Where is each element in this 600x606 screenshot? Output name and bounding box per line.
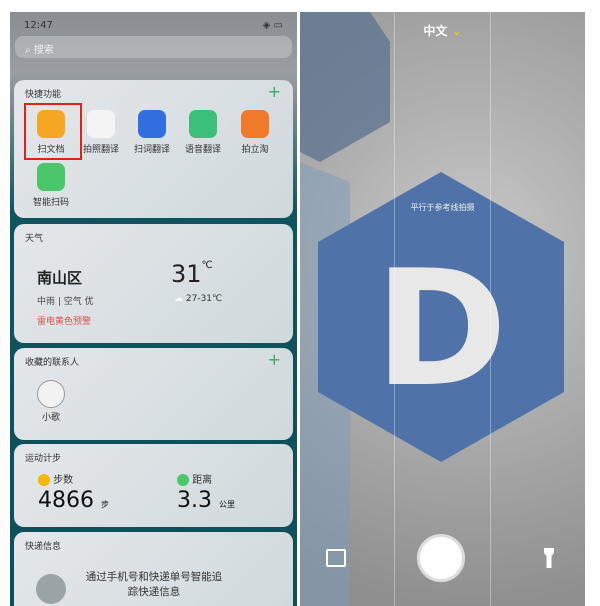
condition: 中雨 | 空气 优 bbox=[37, 297, 94, 307]
document-preview: D bbox=[300, 12, 564, 606]
language-selector[interactable]: 中文 ⌄ bbox=[300, 22, 585, 39]
search-placeholder: 搜索 bbox=[33, 45, 54, 56]
app-label: 智能扫码 bbox=[32, 198, 69, 208]
steps-unit: 步 bbox=[101, 500, 109, 509]
truck-icon bbox=[36, 574, 66, 604]
card-title: 收藏的联系人 bbox=[25, 358, 80, 368]
app-label: 拍立淘 bbox=[241, 145, 269, 155]
cloud-rain-icon: ☁ bbox=[174, 294, 183, 304]
card-title: 快递信息 bbox=[25, 542, 62, 552]
app-shortcut[interactable]: 拍立淘 bbox=[230, 110, 280, 155]
battery-icon: ◈ ▭ bbox=[262, 20, 283, 31]
app-label: 拍照翻译 bbox=[82, 145, 119, 155]
shooting-hint: 平行于参考线拍摄 bbox=[410, 203, 475, 212]
camera-viewfinder[interactable]: D 中文 ⌄ 平行于参考线拍摄 bbox=[300, 12, 585, 606]
app-icon bbox=[87, 110, 115, 138]
language-label: 中文 bbox=[423, 24, 448, 38]
contacts-card: 收藏的联系人 + 小歌 bbox=[14, 348, 293, 440]
steps-value: 4866 bbox=[38, 488, 94, 513]
app-shortcut[interactable]: 拍照翻译 bbox=[76, 110, 126, 155]
quick-functions-card: 快捷功能 + 扫文档 拍照翻译 扫词翻译 语音翻译 拍立淘智能扫码 bbox=[14, 80, 293, 218]
temp-range: 27-31℃ bbox=[185, 294, 223, 304]
express-message: 通过手机号和快递单号智能追踪快递信息 bbox=[85, 571, 223, 598]
app-shortcut[interactable]: 语音翻译 bbox=[178, 110, 228, 155]
app-shortcut[interactable]: 扫词翻译 bbox=[127, 110, 177, 155]
add-contact-icon[interactable]: + bbox=[268, 350, 281, 369]
steps-label: 步数 bbox=[53, 475, 74, 486]
add-icon[interactable]: + bbox=[268, 82, 281, 101]
temperature: 31 bbox=[171, 260, 202, 288]
distance-icon bbox=[177, 474, 189, 486]
weather-alert: 雷电黄色预警 bbox=[37, 317, 92, 327]
distance-unit: 公里 bbox=[219, 500, 235, 509]
app-shortcut[interactable]: 扫文档 bbox=[26, 110, 76, 155]
app-icon bbox=[241, 110, 269, 138]
card-title: 天气 bbox=[25, 234, 44, 244]
weather-card[interactable]: 天气 南山区 中雨 | 空气 优 雷电黄色预警 31℃ ☁ 27-31℃ bbox=[14, 224, 293, 343]
contact-name: 小歌 bbox=[41, 413, 60, 423]
card-title: 运动计步 bbox=[25, 454, 62, 464]
guide-line bbox=[490, 12, 491, 606]
distance-value: 3.3 bbox=[177, 488, 212, 513]
time: 12:47 bbox=[24, 20, 53, 31]
distance-label: 距离 bbox=[192, 475, 213, 486]
app-icon bbox=[138, 110, 166, 138]
express-card[interactable]: 快递信息 通过手机号和快递单号智能追踪快递信息 bbox=[14, 532, 293, 606]
guide-line bbox=[394, 12, 395, 606]
temp-unit: ℃ bbox=[201, 260, 213, 271]
footsteps-icon bbox=[38, 474, 50, 486]
home-widgets-screen: 12:47 ◈ ▭ ⌕ 搜索 快捷功能 + 扫文档 拍照翻译 扫词翻译 语音翻译 拍立淘智… bbox=[10, 12, 297, 606]
status-bar: 12:47 ◈ ▭ bbox=[24, 20, 283, 31]
gallery-icon[interactable] bbox=[326, 549, 346, 567]
app-icon bbox=[37, 110, 65, 138]
search-icon: ⌕ bbox=[25, 45, 34, 56]
app-icon bbox=[37, 163, 65, 191]
app-label: 语音翻译 bbox=[184, 145, 221, 155]
card-title: 快捷功能 bbox=[25, 90, 62, 100]
search-bar[interactable]: ⌕ 搜索 bbox=[15, 36, 292, 58]
shutter-button[interactable] bbox=[417, 534, 465, 582]
avatar bbox=[37, 380, 65, 408]
app-label: 扫词翻译 bbox=[133, 145, 170, 155]
district: 南山区 bbox=[37, 269, 83, 287]
contact-item[interactable]: 小歌 bbox=[36, 380, 66, 423]
app-shortcut[interactable]: 智能扫码 bbox=[26, 163, 76, 208]
chevron-down-icon: ⌄ bbox=[451, 24, 462, 38]
app-label: 扫文档 bbox=[37, 145, 65, 155]
step-counter-card[interactable]: 运动计步 步数 4866 步 距离 3.3 公里 bbox=[14, 444, 293, 527]
app-icon bbox=[189, 110, 217, 138]
